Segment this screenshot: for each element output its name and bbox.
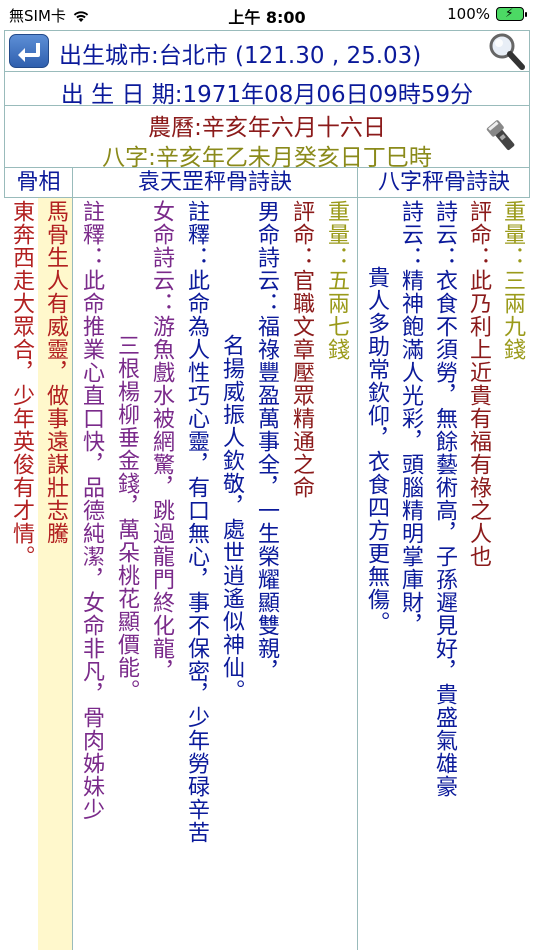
bazi-column-1: 貴人多助常欽仰，衣食四方更無傷。 (359, 198, 393, 950)
back-button[interactable] (9, 34, 49, 68)
battery-icon: ⚡ (496, 6, 527, 21)
yuan-text-6: 男命詩云：福祿豐盈萬事全，一生榮耀顯雙親， (254, 200, 279, 683)
magnifier-icon (489, 33, 525, 70)
yuan-column-3: 女命詩云：游魚戲水被網驚，跳過龍門終化龍， (144, 198, 179, 950)
status-right: 100% ⚡ (447, 5, 527, 23)
yuan-text-2: 三根楊柳垂金錢，萬朵桃花顯價能。 (114, 334, 139, 702)
header-gu-xiang: 骨相 (5, 168, 73, 197)
yuan-text-8: 重量：五兩七錢 (324, 200, 349, 361)
divider (357, 198, 358, 950)
yuan-text-7: 評命：官職文章壓眾精通之命 (289, 200, 314, 499)
gu-text-1: 東奔西走大眾合，少年英俊有才情。 (9, 200, 34, 568)
birth-date-row: 出 生 日 期:1971年08月06日09時59分 (4, 72, 530, 108)
yuan-column-6: 男命詩云：福祿豐盈萬事全，一生榮耀顯雙親， (249, 198, 284, 950)
lunar-bazi-row: 農曆:辛亥年六月十六日 八字:辛亥年乙未月癸亥日丁巳時 (4, 106, 530, 171)
bazi-text-1: 貴人多助常欽仰，衣食四方更無傷。 (364, 266, 389, 634)
return-arrow-icon (18, 43, 40, 62)
birth-city: 出生城市:台北市 (121.30 , 25.03) (59, 43, 422, 69)
bazi-text-3: 詩云：衣食不須勞，無餘藝術高，子孫遲見好，貴盛氣雄豪 (432, 200, 457, 798)
flashlight-icon (486, 120, 515, 151)
header-yuan-tiangang: 袁天罡秤骨詩訣 (73, 168, 358, 197)
bazi-text: 八字:辛亥年乙未月癸亥日丁巳時 (102, 145, 432, 171)
yuan-column-1: 註釋：此命推業心直口快，品德純潔，女命非凡，骨肉姊妹少 (74, 198, 109, 950)
yuan-column-2: 三根楊柳垂金錢，萬朵桃花顯價能。 (109, 198, 144, 950)
status-bar: 無SIM卡 上午 8:00 100% ⚡ (0, 0, 534, 30)
bazi-text-5: 重量：三兩九錢 (500, 200, 525, 361)
gu-column-2: 馬骨生人有威靈，做事遠謀壯志騰 (38, 198, 72, 950)
yuan-column-4: 註釋：此命為人性巧心靈，有口無心，事不保密，少年勞碌辛苦 (179, 198, 214, 950)
yuan-text-3: 女命詩云：游魚戲水被網驚，跳過龍門終化龍， (149, 200, 174, 683)
battery-percent: 100% (447, 5, 490, 23)
bazi-column-2: 詩云：精神飽滿人光彩，頭腦精明掌庫財， (393, 198, 427, 950)
bazi-column-4: 評命：此乃利上近貴有福有祿之人也 (461, 198, 495, 950)
city-row: 出生城市:台北市 (121.30 , 25.03) (4, 30, 530, 72)
bazi-text-2: 詩云：精神飽滿人光彩，頭腦精明掌庫財， (398, 200, 423, 637)
divider (72, 198, 73, 950)
yuan-column-7: 評命：官職文章壓眾精通之命 (284, 198, 319, 950)
birth-date: 出 生 日 期:1971年08月06日09時59分 (60, 82, 474, 108)
flashlight-button[interactable] (481, 116, 521, 156)
header-bazi-chenggu: 八字秤骨詩訣 (377, 170, 510, 195)
search-button[interactable] (485, 30, 527, 72)
bazi-column-3: 詩云：衣食不須勞，無餘藝術高，子孫遲見好，貴盛氣雄豪 (427, 198, 461, 950)
bazi-column-5: 重量：三兩九錢 (495, 198, 530, 950)
yuan-text-1: 註釋：此命推業心直口快，品德純潔，女命非凡，骨肉姊妹少 (79, 200, 104, 821)
yuan-text-4: 註釋：此命為人性巧心靈，有口無心，事不保密，少年勞碌辛苦 (184, 200, 209, 844)
bazi-text-4: 評命：此乃利上近貴有福有祿之人也 (466, 200, 491, 568)
table-header: 骨相 袁天罡秤骨詩訣 八字秤骨詩訣 (4, 168, 530, 198)
yuan-column-8: 重量：五兩七錢 (319, 198, 355, 950)
yuan-text-5: 名揚威振人欽敬，處世逍遙似神仙。 (219, 334, 244, 702)
gu-column-1: 東奔西走大眾合，少年英俊有才情。 (4, 198, 38, 950)
poem-table: 東奔西走大眾合，少年英俊有才情。 馬骨生人有威靈，做事遠謀壯志騰 註釋：此命推業… (4, 198, 530, 950)
yuan-column-5: 名揚威振人欽敬，處世逍遙似神仙。 (214, 198, 249, 950)
gu-text-2: 馬骨生人有威靈，做事遠謀壯志騰 (43, 200, 68, 545)
lunar-date: 農曆:辛亥年六月十六日 (148, 115, 386, 141)
